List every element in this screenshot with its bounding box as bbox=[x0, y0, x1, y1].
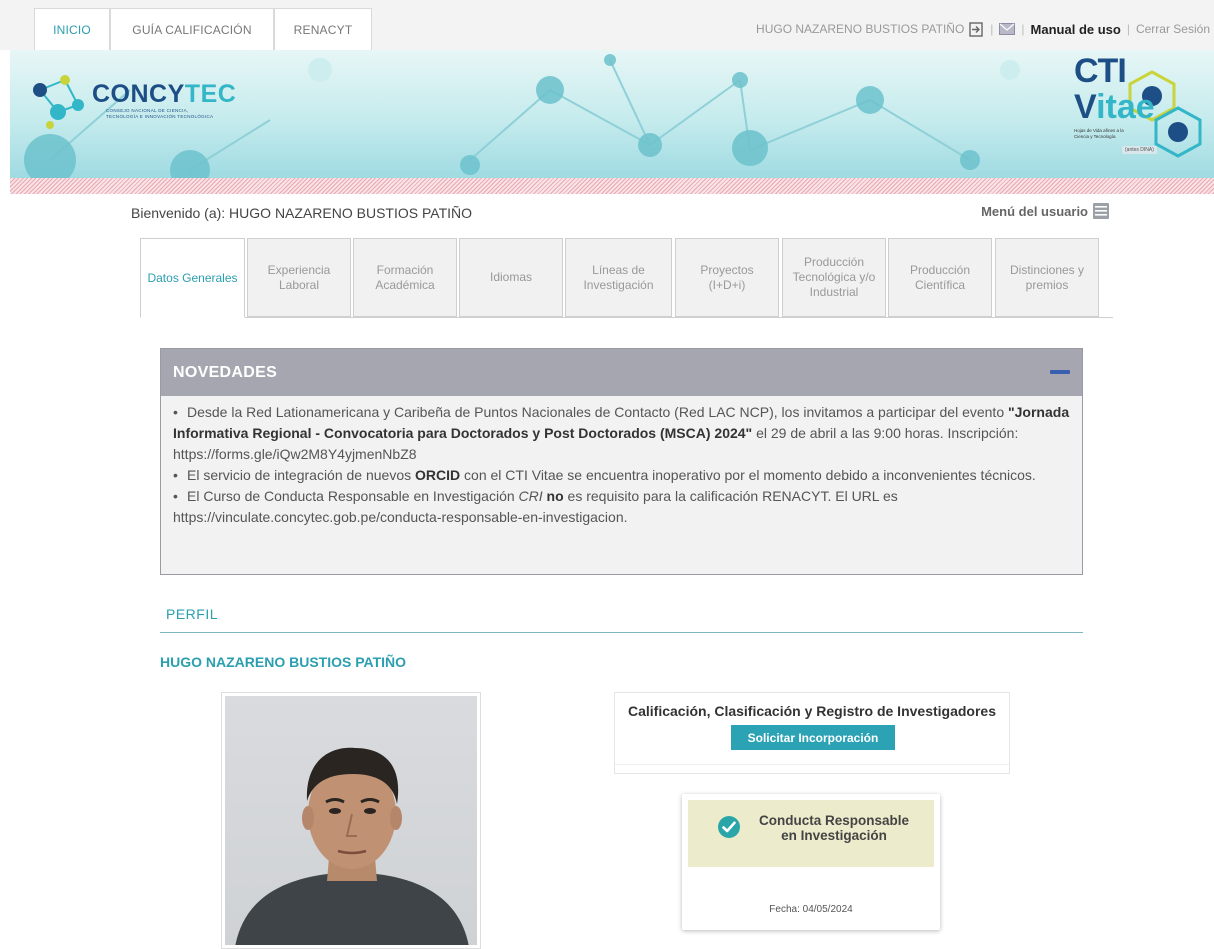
tab-formacion-academica[interactable]: Formación Académica bbox=[353, 238, 457, 317]
welcome-message: Bienvenido (a): HUGO NAZARENO BUSTIOS PA… bbox=[131, 205, 473, 221]
user-bar: HUGO NAZARENO BUSTIOS PATIÑO | | Manual … bbox=[756, 21, 1210, 37]
profile-full-name: HUGO NAZARENO BUSTIOS PATIÑO bbox=[160, 654, 407, 670]
news-body: • Desde la Red Lationamericana y Caribeña… bbox=[161, 396, 1082, 528]
cti-vitae-logo: CTI Vitae Hojas de Vida afines a la Cien… bbox=[1074, 52, 1174, 162]
tab-produccion-tecnologica[interactable]: Producción Tecnológica y/o Industrial bbox=[782, 238, 886, 317]
request-incorporation-button[interactable]: Solicitar Incorporación bbox=[731, 725, 895, 750]
news-panel: NOVEDADES • Desde la Red Lationamericana … bbox=[160, 348, 1083, 575]
nav-tab-inicio[interactable]: INICIO bbox=[34, 8, 110, 50]
collapse-minus-icon[interactable] bbox=[1050, 370, 1070, 374]
tab-idiomas[interactable]: Idiomas bbox=[459, 238, 563, 317]
manual-link[interactable]: Manual de uso bbox=[1031, 22, 1121, 37]
header-banner: CONCYTEC CONSEJO NACIONAL DE CIENCIA, TE… bbox=[10, 50, 1214, 178]
news-item: • Desde la Red Lationamericana y Caribeña… bbox=[173, 404, 1070, 462]
menu-list-icon bbox=[1092, 202, 1110, 220]
person-portrait-graphic bbox=[235, 747, 469, 945]
concytec-logo-subtitle: CONSEJO NACIONAL DE CIENCIA, TECNOLOGÍA … bbox=[106, 108, 214, 119]
check-circle-icon bbox=[718, 816, 740, 838]
profile-section-title: PERFIL bbox=[160, 606, 1083, 633]
profile-section-tabs: Datos Generales Experiencia Laboral Form… bbox=[140, 238, 1113, 318]
tab-datos-generales[interactable]: Datos Generales bbox=[140, 238, 245, 318]
news-item: • El servicio de integración de nuevos OR… bbox=[173, 467, 1036, 483]
concytec-logo-text: CONCYTEC bbox=[92, 80, 237, 108]
registry-title: Calificación, Clasificación y Registro d… bbox=[627, 703, 996, 719]
news-title: NOVEDADES bbox=[173, 363, 278, 381]
tab-experiencia-laboral[interactable]: Experiencia Laboral bbox=[247, 238, 351, 317]
nav-tab-guia-calificacion[interactable]: GUÍA CALIFICACIÓN bbox=[110, 8, 274, 50]
tab-produccion-cientifica[interactable]: Producción Científica bbox=[888, 238, 992, 317]
profile-photo bbox=[221, 692, 481, 949]
user-menu-button[interactable]: Menú del usuario bbox=[981, 202, 1110, 220]
decorative-stripe bbox=[10, 178, 1214, 194]
profile-switch-icon[interactable] bbox=[968, 21, 984, 37]
tab-proyectos[interactable]: Proyectos (I+D+i) bbox=[675, 238, 779, 317]
conduct-title: Conducta Responsable en Investigación bbox=[758, 813, 910, 843]
conduct-date: Fecha: 04/05/2024 bbox=[769, 904, 853, 915]
mail-icon[interactable] bbox=[999, 23, 1016, 35]
tab-lineas-investigacion[interactable]: Líneas de Investigación bbox=[565, 238, 672, 317]
concytec-logo-mark bbox=[33, 75, 84, 129]
user-name: HUGO NAZARENO BUSTIOS PATIÑO bbox=[756, 22, 965, 36]
nav-tab-renacyt[interactable]: RENACYT bbox=[274, 8, 372, 50]
registry-divider bbox=[615, 764, 1009, 765]
responsible-conduct-card: Conducta Responsable en Investigación Fe… bbox=[682, 794, 940, 930]
tab-distinciones-premios[interactable]: Distinciones y premios bbox=[995, 238, 1099, 317]
news-header: NOVEDADES bbox=[161, 349, 1082, 396]
renacyt-registry-card: Calificación, Clasificación y Registro d… bbox=[614, 692, 1010, 774]
logout-link[interactable]: Cerrar Sesión bbox=[1136, 22, 1210, 36]
news-item: • El Curso de Conducta Responsable en Inv… bbox=[173, 488, 898, 525]
top-navigation: INICIO GUÍA CALIFICACIÓN RENACYT HUGO NA… bbox=[0, 0, 1214, 50]
